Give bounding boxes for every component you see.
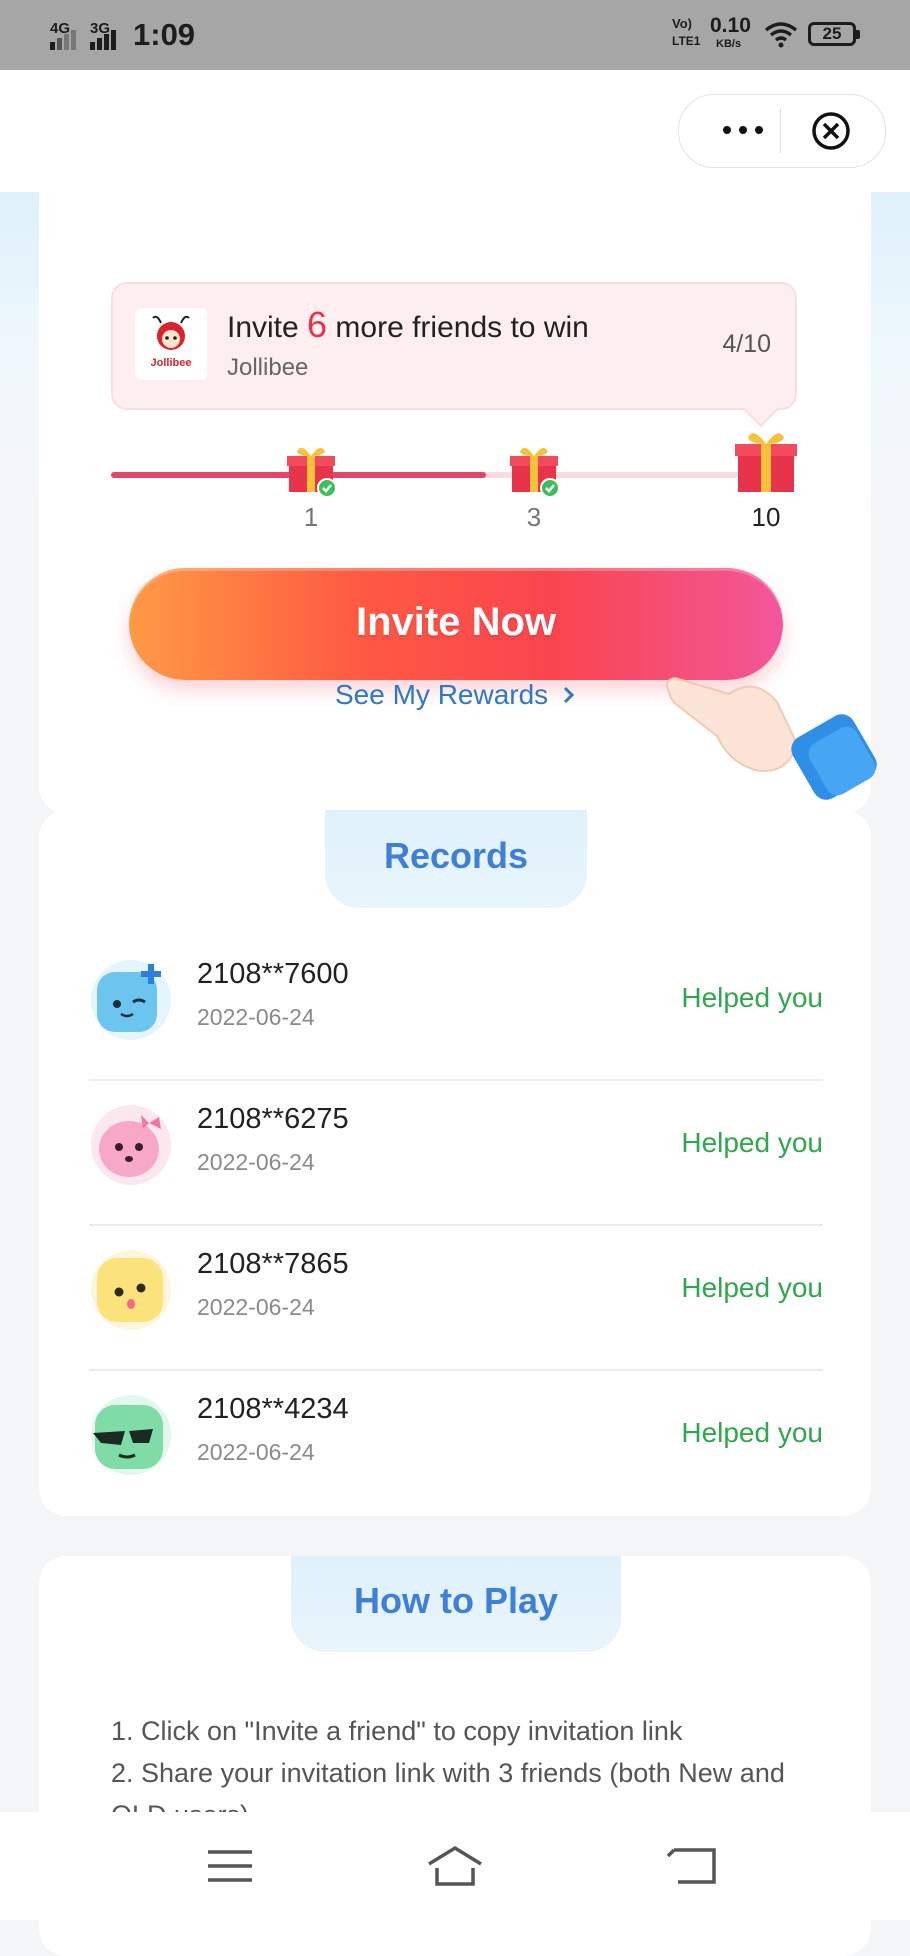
pink-face-avatar bbox=[91, 1105, 171, 1185]
record-user-id: 2108**4234 bbox=[197, 1393, 349, 1425]
capsule-divider bbox=[780, 109, 781, 153]
record-user-id: 2108**6275 bbox=[197, 1103, 349, 1135]
milestone-3-label: 3 bbox=[526, 502, 542, 532]
close-circle-icon[interactable] bbox=[811, 111, 851, 151]
record-row: 2108**4234 2022-06-24 Helped you bbox=[89, 1371, 823, 1516]
see-my-rewards-link[interactable]: See My Rewards bbox=[335, 679, 576, 711]
app-header bbox=[0, 70, 910, 192]
yellow-face-avatar bbox=[91, 1250, 171, 1330]
milestone-10: 10 bbox=[731, 428, 801, 532]
jollibee-mascot-icon: Jollibee bbox=[151, 315, 192, 369]
tip-pointer bbox=[742, 390, 780, 428]
menu-icon[interactable] bbox=[200, 1842, 260, 1890]
jollibee-logo: Jollibee bbox=[135, 308, 207, 380]
invite-card: Jollibee Invite 6 more friends to win Jo… bbox=[39, 192, 877, 814]
battery-indicator: 25 bbox=[808, 22, 860, 46]
record-status: Helped you bbox=[681, 1127, 823, 1158]
record-user-id: 2108**7865 bbox=[197, 1248, 349, 1280]
milestone-1: 1 bbox=[283, 442, 339, 532]
home-icon[interactable] bbox=[425, 1842, 485, 1890]
record-row: 2108**6275 2022-06-24 Helped you bbox=[89, 1081, 823, 1226]
record-row: 2108**7600 2022-06-24 Helped you bbox=[89, 936, 823, 1081]
record-date: 2022-06-24 bbox=[197, 1149, 315, 1175]
record-date: 2022-06-24 bbox=[197, 1004, 315, 1030]
page-content: Jollibee Invite 6 more friends to win Jo… bbox=[0, 192, 910, 1956]
record-status: Helped you bbox=[681, 1417, 823, 1448]
gift-box-icon bbox=[287, 447, 337, 498]
records-title: Records bbox=[325, 810, 587, 908]
gift-box-icon bbox=[735, 433, 797, 492]
blue-face-avatar bbox=[91, 960, 171, 1040]
invite-progress-tip: Jollibee Invite 6 more friends to win Jo… bbox=[111, 282, 797, 428]
record-user-id: 2108**7600 bbox=[197, 958, 349, 990]
chevron-right-icon bbox=[563, 686, 575, 704]
rule-item: 1. Click on "Invite a friend" to copy in… bbox=[111, 1716, 683, 1746]
progress-track bbox=[111, 472, 791, 478]
system-nav-bar bbox=[0, 1812, 910, 1920]
invite-headline: Invite 6 more friends to win bbox=[227, 304, 589, 346]
clock-time: 1:09 bbox=[133, 17, 196, 52]
net-speed: 0.10 bbox=[710, 14, 751, 37]
net-speed-unit: KB/s bbox=[716, 38, 742, 50]
milestone-3: 3 bbox=[506, 442, 562, 532]
reward-brand: Jollibee bbox=[227, 354, 309, 381]
how-to-play-title: How to Play bbox=[291, 1556, 621, 1652]
volte-label: Vo) bbox=[672, 16, 692, 31]
record-date: 2022-06-24 bbox=[197, 1294, 315, 1320]
remaining-count: 6 bbox=[307, 304, 328, 345]
records-card: Records 2108**7600 2022-06-24 Helped you bbox=[39, 810, 871, 1516]
pointing-hand-icon bbox=[666, 676, 877, 800]
record-status: Helped you bbox=[681, 1272, 823, 1303]
battery-level: 25 bbox=[822, 24, 842, 43]
lte-label: LTE1 bbox=[672, 34, 701, 48]
milestone-10-label: 10 bbox=[751, 502, 781, 532]
signal-bars-icon bbox=[50, 30, 76, 50]
signal-bars-icon bbox=[90, 30, 116, 50]
gift-box-icon bbox=[510, 447, 560, 498]
record-status: Helped you bbox=[681, 982, 823, 1013]
record-date: 2022-06-24 bbox=[197, 1439, 315, 1465]
back-icon[interactable] bbox=[664, 1842, 724, 1890]
wifi-icon bbox=[764, 22, 798, 48]
milestone-1-label: 1 bbox=[303, 502, 319, 532]
mini-program-capsule bbox=[678, 94, 886, 168]
progress-count: 4/10 bbox=[722, 330, 771, 358]
status-bar: 4G 3G 1:09 Vo) LTE1 0.10 KB/s 25 bbox=[0, 0, 910, 70]
green-sunglasses-avatar bbox=[91, 1395, 171, 1475]
invite-prefix: Invite bbox=[227, 311, 308, 344]
rewards-link-label: See My Rewards bbox=[335, 679, 549, 710]
invite-suffix: more friends to win bbox=[327, 311, 589, 344]
record-row: 2108**7865 2022-06-24 Helped you bbox=[89, 1226, 823, 1371]
more-dots-icon[interactable] bbox=[713, 115, 773, 145]
logo-wordmark: Jollibee bbox=[151, 357, 192, 369]
